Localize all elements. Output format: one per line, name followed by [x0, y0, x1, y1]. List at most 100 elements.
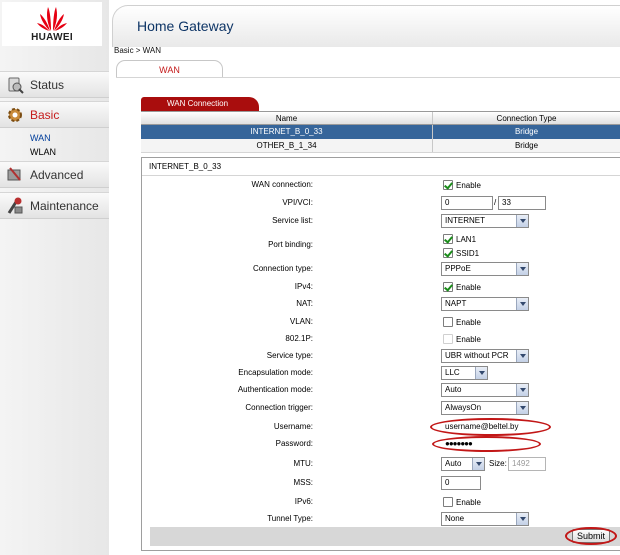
connection-type-select[interactable]: PPPoE [441, 262, 529, 276]
sidebar: HUAWEI Status Basic WAN WLAN Advanced Ma… [0, 0, 109, 555]
sidebar-item-label: Status [30, 77, 65, 92]
select-value: Auto [445, 385, 462, 394]
mss-input[interactable]: 0 [441, 476, 481, 490]
field-label: MSS: [293, 478, 313, 487]
huawei-flower-icon [37, 7, 67, 31]
nat-row: NAT: NAPT [142, 295, 620, 313]
page-title: Home Gateway [137, 18, 234, 34]
vci-input[interactable]: 33 [498, 196, 546, 210]
field-label: Service list: [272, 216, 313, 225]
row-connection-type: Bridge [432, 139, 620, 152]
authentication-row: Authentication mode: Auto [142, 381, 620, 399]
authentication-select[interactable]: Auto [441, 383, 529, 397]
tab-wan[interactable]: WAN [116, 60, 223, 78]
service-type-row: Service type: UBR without PCR [142, 347, 620, 365]
ipv4-checkbox[interactable] [443, 282, 453, 292]
chevron-down-icon [516, 384, 528, 396]
sidebar-item-label: Basic [30, 107, 60, 122]
column-header-connection-type: Connection Type [432, 112, 620, 124]
service-type-select[interactable]: UBR without PCR [441, 349, 529, 363]
field-label: Connection type: [252, 264, 313, 273]
port-label: LAN1 [456, 235, 477, 244]
vpi-input[interactable]: 0 [441, 196, 493, 210]
field-label: NAT: [296, 299, 313, 308]
select-value: NAPT [445, 299, 467, 308]
column-header-name: Name [275, 114, 298, 123]
vlan-checkbox[interactable] [443, 317, 453, 327]
field-label: Password: [275, 439, 313, 448]
mss-row: MSS: 0 [142, 474, 620, 492]
gear-icon [0, 102, 30, 128]
vlan-row: VLAN: Enable [142, 313, 620, 331]
username-highlight-oval [430, 418, 551, 436]
sidebar-item-advanced[interactable]: Advanced [0, 161, 109, 188]
field-label: IPv4: [294, 282, 313, 291]
enable-label: Enable [456, 318, 481, 327]
row-name: INTERNET_B_0_33 [250, 127, 323, 136]
field-label: Port binding: [268, 240, 313, 249]
status-icon [0, 72, 30, 98]
port-label: SSID1 [456, 249, 480, 258]
row-connection-type: Bridge [432, 125, 620, 139]
panel-title: INTERNET_B_0_33 [142, 158, 620, 176]
ipv4-row: IPv4: Enable [142, 278, 620, 296]
sidebar-item-maintenance[interactable]: Maintenance [0, 192, 109, 219]
chevron-down-icon [472, 458, 484, 470]
enable-label: Enable [456, 283, 481, 292]
wan-connection-checkbox[interactable] [443, 180, 453, 190]
select-value: LLC [445, 368, 460, 377]
field-label: Tunnel Type: [267, 514, 313, 523]
select-value: INTERNET [445, 216, 485, 225]
password-highlight-oval [432, 436, 541, 452]
field-label: Connection trigger: [245, 403, 313, 412]
tunnel-type-select[interactable]: None [441, 512, 529, 526]
field-label: Username: [273, 422, 313, 431]
wan-details-panel: INTERNET_B_0_33 WAN connection: Enable V… [141, 157, 620, 551]
chevron-down-icon [516, 263, 528, 275]
select-value: UBR without PCR [445, 351, 509, 360]
service-list-select[interactable]: INTERNET [441, 214, 529, 228]
field-label: VLAN: [289, 317, 313, 326]
chevron-down-icon [516, 513, 528, 525]
username-row: Username: username@beltel.by [142, 418, 620, 436]
breadcrumb: Basic > WAN [114, 46, 162, 55]
lan1-checkbox[interactable] [443, 234, 453, 244]
select-value: None [445, 514, 465, 523]
connection-trigger-select[interactable]: AlwaysOn [441, 401, 529, 415]
connection-type-row: Connection type: PPPoE [142, 260, 620, 278]
sidebar-item-basic[interactable]: Basic [0, 101, 109, 128]
table-header: Name Connection Type [141, 111, 620, 125]
ipv6-row: IPv6: Enable [142, 493, 620, 511]
submit-highlight-oval [565, 527, 617, 545]
wan-connection-tab: WAN Connection [141, 97, 259, 111]
sidebar-subitem-wlan[interactable]: WLAN [30, 147, 56, 157]
sidebar-item-label: Maintenance [30, 198, 99, 213]
mtu-size-label: Size: [489, 459, 507, 468]
select-value: Auto [445, 459, 462, 468]
ssid1-checkbox[interactable] [443, 248, 453, 258]
field-label: MTU: [293, 459, 313, 468]
table-row[interactable]: OTHER_B_1_34 Bridge [141, 139, 620, 153]
field-label: IPv6: [294, 497, 313, 506]
field-label: 802.1P: [285, 334, 313, 343]
tools-icon [0, 162, 30, 188]
field-label: WAN connection: [251, 180, 313, 189]
ipv6-checkbox[interactable] [443, 497, 453, 507]
enable-label: Enable [456, 335, 481, 344]
encapsulation-select[interactable]: LLC [441, 366, 488, 380]
brand-name: HUAWEI [31, 32, 73, 43]
sidebar-item-status[interactable]: Status [0, 71, 109, 98]
mtu-size-input[interactable]: 1492 [508, 457, 546, 471]
table-row[interactable]: INTERNET_B_0_33 Bridge [141, 125, 620, 139]
wan-connection-table: Name Connection Type INTERNET_B_0_33 Bri… [141, 111, 620, 153]
connection-trigger-row: Connection trigger: AlwaysOn [142, 399, 620, 417]
nat-select[interactable]: NAPT [441, 297, 529, 311]
8021p-checkbox[interactable] [443, 334, 453, 344]
wan-connection-row: WAN connection: Enable [142, 176, 620, 194]
select-value: AlwaysOn [445, 403, 482, 412]
vpi-vci-row: VPI/VCI: 0 / 33 [142, 194, 620, 212]
sidebar-subitem-wan[interactable]: WAN [30, 133, 51, 143]
field-label: Encapsulation mode: [238, 368, 313, 377]
service-list-row: Service list: INTERNET [142, 212, 620, 230]
mtu-select[interactable]: Auto [441, 457, 485, 471]
